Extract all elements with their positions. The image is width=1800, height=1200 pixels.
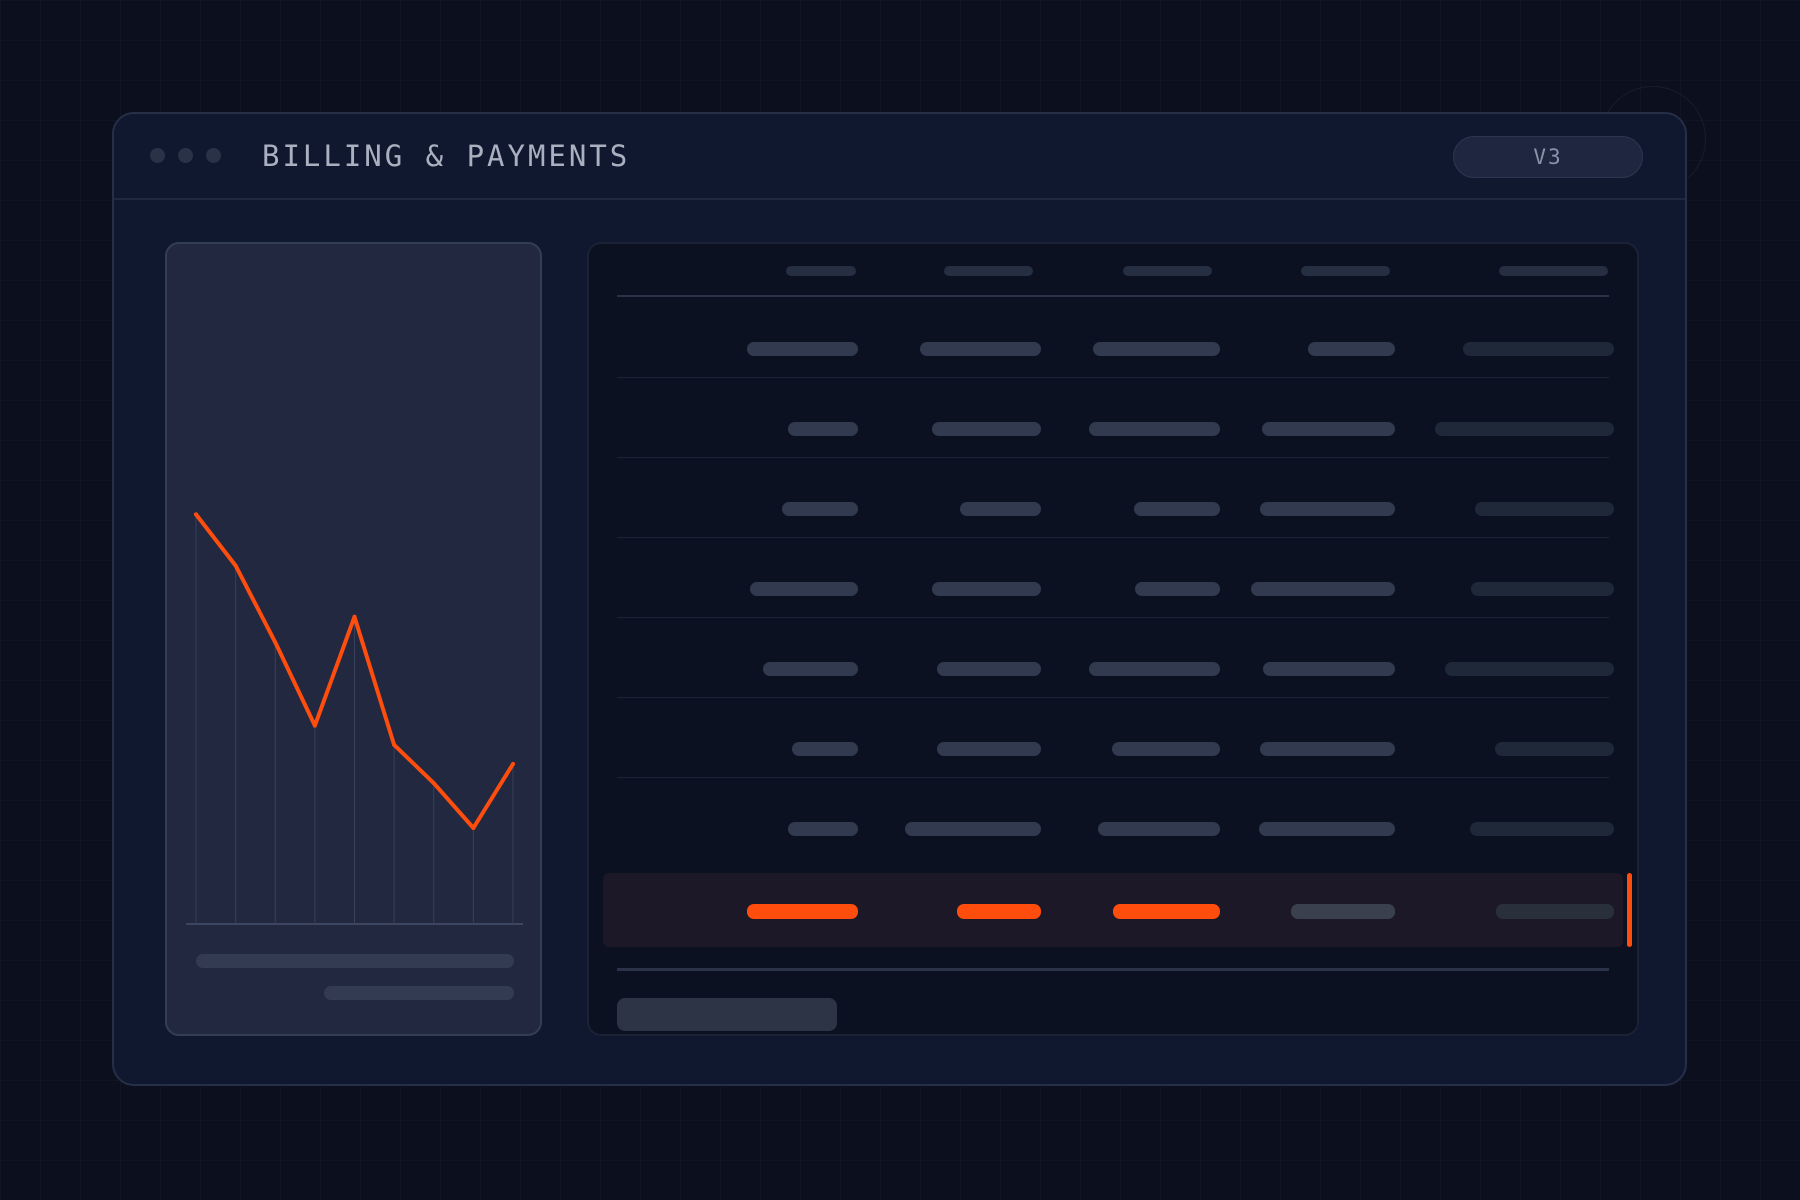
table-cell	[1291, 904, 1395, 919]
table-cell	[1135, 582, 1220, 596]
page-title: BILLING & PAYMENTS	[262, 139, 631, 173]
table-cell	[763, 662, 858, 676]
chart-point	[471, 826, 476, 830]
app-window: BILLING & PAYMENTS V3	[112, 112, 1687, 1086]
table-row[interactable]	[617, 777, 1614, 857]
table-cell	[750, 582, 858, 596]
version-badge[interactable]: V3	[1453, 136, 1643, 178]
table-cell	[1112, 742, 1220, 756]
chart-point	[312, 723, 317, 728]
trend-chart	[186, 512, 523, 925]
table-cell	[1260, 502, 1395, 516]
table-cell	[1471, 582, 1614, 596]
table-cell	[937, 662, 1041, 676]
table-cell	[1134, 502, 1220, 516]
table-cell	[932, 422, 1041, 436]
title-bar: BILLING & PAYMENTS V3	[114, 114, 1685, 200]
table-cell	[1470, 822, 1614, 836]
table-cell	[1496, 904, 1614, 919]
table-row[interactable]	[617, 697, 1614, 778]
table-cell	[1435, 422, 1614, 436]
chart-point	[352, 614, 357, 619]
billing-table	[587, 242, 1639, 1036]
table-cell	[905, 822, 1041, 836]
table-cell	[1262, 422, 1395, 436]
chart-point	[194, 512, 198, 517]
table-cell	[920, 342, 1041, 356]
table-cell	[960, 502, 1041, 516]
table-cell	[788, 422, 858, 436]
table-cell	[1093, 342, 1220, 356]
table-cell	[1259, 822, 1395, 836]
table-cell	[788, 822, 858, 836]
table-row[interactable]	[617, 297, 1614, 378]
table-cell	[932, 582, 1041, 596]
chart-point	[233, 563, 238, 568]
table-row[interactable]	[617, 617, 1614, 698]
table-row[interactable]	[617, 377, 1614, 458]
table-cell	[1445, 662, 1614, 676]
table-cell	[1263, 662, 1395, 676]
column-header-5[interactable]	[1499, 266, 1608, 276]
window-maximize-dot[interactable]	[206, 148, 221, 163]
chart-point	[392, 742, 397, 747]
table-cell	[1475, 502, 1614, 516]
trend-chart-panel	[165, 242, 542, 1036]
column-header-3[interactable]	[1123, 266, 1212, 276]
chart-point	[511, 762, 515, 766]
table-cell	[957, 904, 1041, 919]
table-footer-button[interactable]	[617, 998, 837, 1031]
window-close-dot[interactable]	[150, 148, 165, 163]
table-cell	[1495, 742, 1614, 756]
chart-caption-line-2	[324, 986, 514, 1000]
table-cell	[1089, 422, 1220, 436]
table-cell	[1308, 342, 1395, 356]
table-cell	[1251, 582, 1395, 596]
window-minimize-dot[interactable]	[178, 148, 193, 163]
chart-point	[273, 640, 278, 645]
column-header-4[interactable]	[1301, 266, 1390, 276]
table-row-selected[interactable]	[603, 873, 1632, 947]
table-row[interactable]	[617, 457, 1614, 538]
table-cell	[937, 742, 1041, 756]
column-header-2[interactable]	[944, 266, 1033, 276]
table-row[interactable]	[617, 537, 1614, 618]
page: { "window": { "title": "BILLING & PAYMEN…	[0, 0, 1800, 1200]
table-cell	[1463, 342, 1614, 356]
table-cell	[747, 342, 858, 356]
table-cell	[747, 904, 858, 919]
table-cell	[782, 502, 858, 516]
table-cell	[792, 742, 858, 756]
chart-point	[431, 781, 436, 786]
column-header-1[interactable]	[786, 266, 856, 276]
table-cell	[1089, 662, 1220, 676]
table-cell	[1098, 822, 1220, 836]
chart-caption-line-1	[196, 954, 514, 968]
selection-indicator	[1627, 873, 1632, 947]
table-footer-divider	[617, 968, 1609, 971]
table-cell	[1260, 742, 1395, 756]
table-cell	[1113, 904, 1220, 919]
